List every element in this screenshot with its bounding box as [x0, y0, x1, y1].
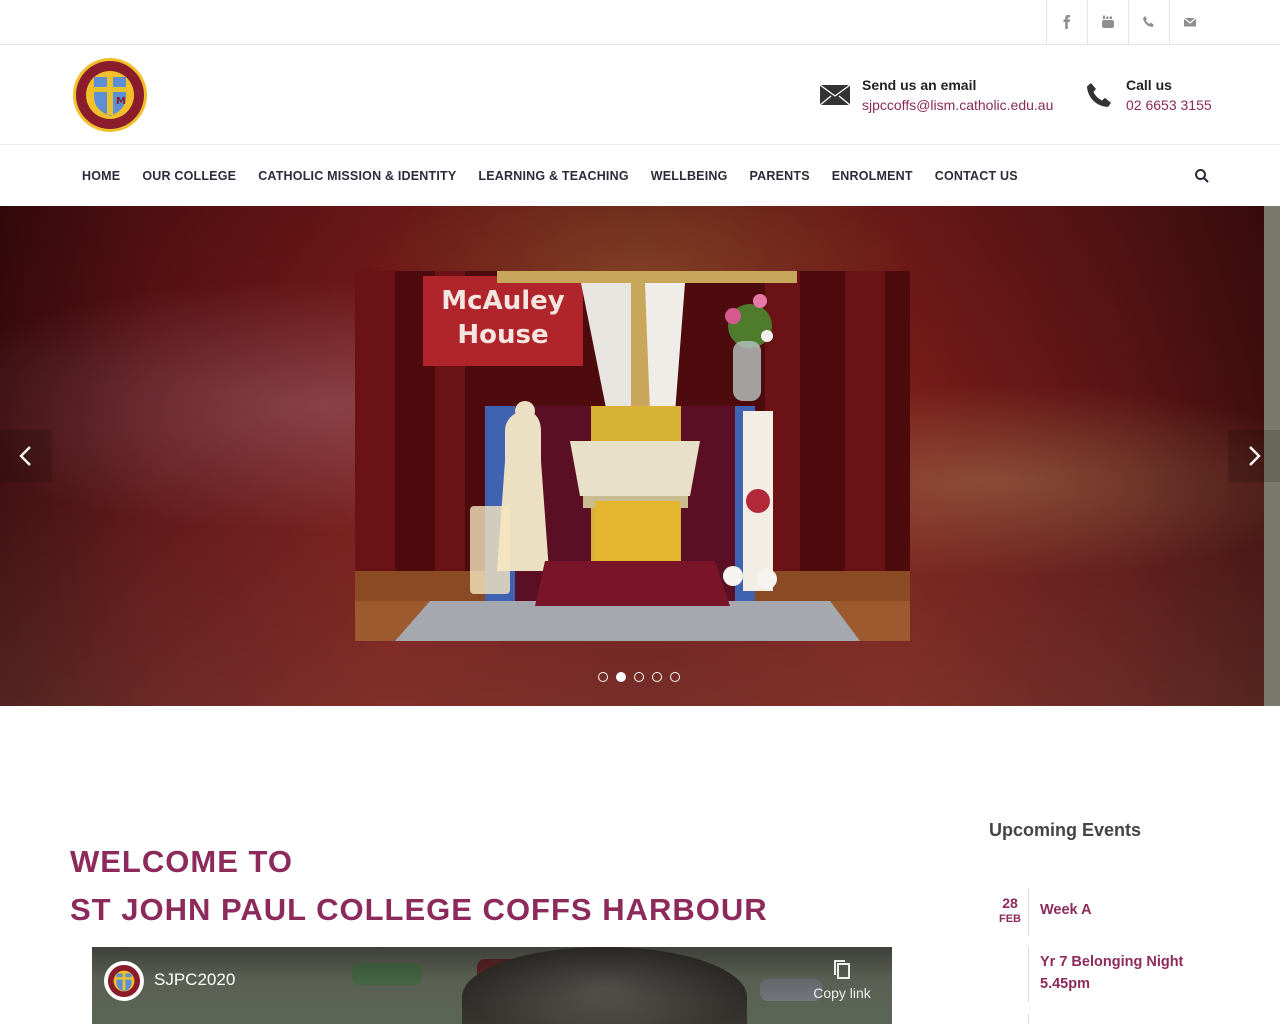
event-date: 28 FEB: [990, 894, 1030, 926]
event-month: FEB: [999, 913, 1021, 925]
slider-dot-1[interactable]: [598, 672, 608, 682]
copy-icon: [834, 960, 850, 979]
search-button[interactable]: [1194, 168, 1210, 184]
main-nav: HOME OUR COLLEGE CATHOLIC MISSION & IDEN…: [0, 146, 1280, 206]
email-contact[interactable]: Send us an email sjpccoffs@lism.catholic…: [818, 75, 1053, 115]
nav-item-learning-teaching[interactable]: LEARNING & TEACHING: [467, 169, 639, 183]
slider-pagination: [598, 672, 688, 682]
nav-item-parents[interactable]: PARENTS: [739, 169, 821, 183]
email-title: Send us an email: [862, 77, 977, 93]
youtube-link[interactable]: [1087, 0, 1128, 44]
phone-link[interactable]: [1128, 0, 1169, 44]
slider-prev-button[interactable]: [0, 430, 52, 482]
slide-image: McAuley House: [355, 271, 910, 641]
copy-link-label: Copy link: [813, 985, 871, 1001]
top-bar: [0, 0, 1280, 45]
slider-dot-2[interactable]: [616, 672, 626, 682]
nav-item-catholic-mission[interactable]: CATHOLIC MISSION & IDENTITY: [247, 169, 467, 183]
nav-item-our-college[interactable]: OUR COLLEGE: [131, 169, 247, 183]
welcome-line-1: WELCOME TO: [70, 844, 293, 879]
chevron-left-icon: [19, 446, 31, 466]
slider-dot-4[interactable]: [652, 672, 662, 682]
email-address[interactable]: sjpccoffs@lism.catholic.edu.au: [862, 95, 1053, 115]
nav-item-wellbeing[interactable]: WELLBEING: [640, 169, 739, 183]
nav-item-home[interactable]: HOME: [71, 169, 131, 183]
copy-link-button[interactable]: Copy link: [812, 959, 872, 1001]
welcome-heading: WELCOME TO ST JOHN PAUL COLLEGE COFFS HA…: [70, 838, 768, 934]
event-day: 28: [1002, 895, 1018, 911]
nav-item-enrolment[interactable]: ENROLMENT: [821, 169, 924, 183]
crest-icon: M: [73, 58, 147, 132]
college-logo[interactable]: M: [72, 57, 148, 133]
crest-icon: [107, 964, 141, 998]
nav-item-contact-us[interactable]: CONTACT US: [924, 169, 1029, 183]
slider-next-button[interactable]: [1228, 430, 1280, 482]
svg-text:McAuley: McAuley: [441, 286, 564, 316]
event-title[interactable]: Week A: [1040, 899, 1230, 921]
youtube-icon: [1102, 15, 1114, 28]
video-title[interactable]: SJPC2020: [154, 970, 235, 990]
facebook-icon: [1063, 15, 1071, 29]
welcome-line-2: ST JOHN PAUL COLLEGE COFFS HARBOUR: [70, 892, 768, 927]
events-heading: Upcoming Events: [989, 820, 1142, 840]
slider-dot-5[interactable]: [670, 672, 680, 682]
search-icon: [1195, 169, 1209, 183]
site-header: M Send us an email sjpccoffs@lism.cathol…: [0, 45, 1280, 145]
phone-icon: [1143, 16, 1154, 27]
channel-avatar[interactable]: [104, 961, 144, 1001]
mail-icon: [1183, 17, 1197, 27]
chevron-right-icon: [1249, 446, 1261, 466]
event-title[interactable]: Yr 7 Belonging Night 5.45pm: [1040, 951, 1230, 995]
phone-contact[interactable]: Call us 02 6653 3155: [1082, 75, 1212, 115]
slider-dot-3[interactable]: [634, 672, 644, 682]
envelope-icon: [818, 75, 852, 115]
event-divider: [1028, 946, 1029, 1002]
svg-text:House: House: [457, 320, 548, 350]
altar-photo: McAuley House: [355, 271, 910, 641]
phone-number[interactable]: 02 6653 3155: [1126, 95, 1212, 115]
svg-text:M: M: [116, 96, 126, 107]
video-player[interactable]: SJPC2020 Copy link: [92, 947, 892, 1024]
facebook-link[interactable]: [1046, 0, 1087, 44]
email-link[interactable]: [1169, 0, 1210, 44]
telephone-icon: [1082, 75, 1116, 115]
phone-title: Call us: [1126, 77, 1172, 93]
event-divider: [1028, 888, 1029, 936]
event-divider: [1028, 1014, 1029, 1024]
hero-slider: McAuley House: [0, 206, 1280, 706]
social-links: [1046, 0, 1210, 44]
